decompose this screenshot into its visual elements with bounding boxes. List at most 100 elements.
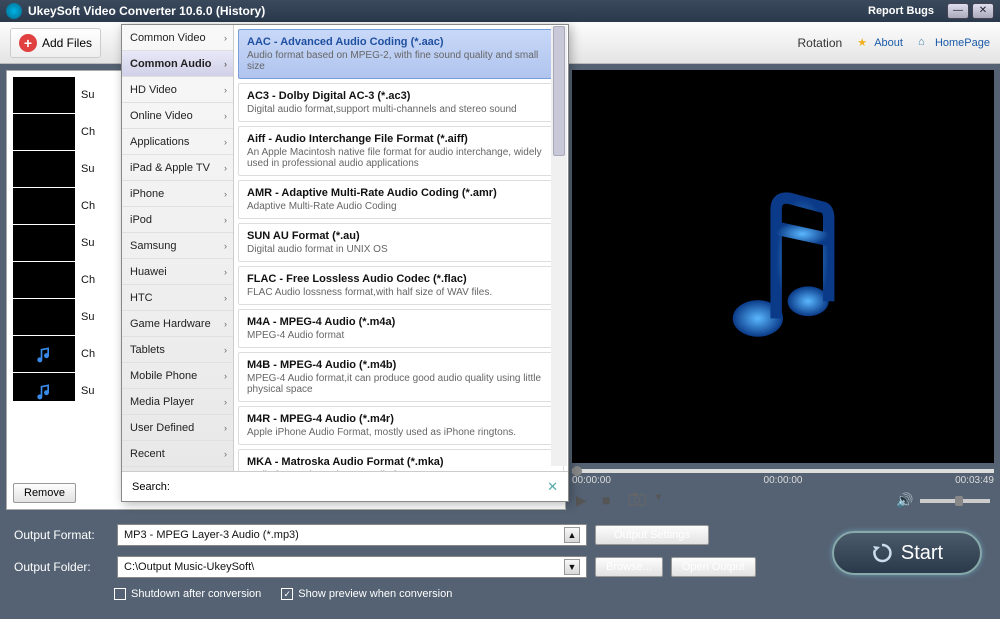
add-files-button[interactable]: + Add Files bbox=[10, 28, 101, 58]
title-bar: UkeySoft Video Converter 10.6.0 (History… bbox=[0, 0, 1000, 22]
rotation-label: Rotation bbox=[798, 36, 843, 50]
remove-button[interactable]: Remove bbox=[13, 483, 76, 503]
file-label: Su bbox=[81, 89, 94, 101]
stop-button[interactable]: ■ bbox=[602, 492, 620, 510]
format-title: AC3 - Dolby Digital AC-3 (*.ac3) bbox=[247, 90, 555, 102]
volume-slider[interactable] bbox=[920, 499, 990, 503]
refresh-icon bbox=[871, 542, 893, 564]
category-item[interactable]: Game Hardware› bbox=[122, 311, 233, 337]
thumbnail bbox=[13, 151, 75, 187]
format-title: M4B - MPEG-4 Audio (*.m4b) bbox=[247, 359, 555, 371]
format-item[interactable]: M4R - MPEG-4 Audio (*.m4r)Apple iPhone A… bbox=[238, 406, 564, 445]
file-label: Ch bbox=[81, 274, 95, 286]
category-item[interactable]: HD Video› bbox=[122, 77, 233, 103]
file-label: Ch bbox=[81, 126, 95, 138]
scrollbar-thumb[interactable] bbox=[553, 26, 565, 156]
chevron-right-icon: › bbox=[224, 371, 227, 381]
category-item[interactable]: iPad & Apple TV› bbox=[122, 155, 233, 181]
chevron-right-icon: › bbox=[224, 59, 227, 69]
dropdown-arrow-icon[interactable]: ▲ bbox=[564, 527, 580, 543]
thumbnail bbox=[13, 225, 75, 261]
checkbox-icon bbox=[114, 588, 126, 600]
thumbnail bbox=[13, 262, 75, 298]
category-item[interactable]: Media Player› bbox=[122, 389, 233, 415]
chevron-right-icon: › bbox=[224, 163, 227, 173]
time-current: 00:00:00 bbox=[764, 475, 803, 486]
category-item[interactable]: Recent› bbox=[122, 441, 233, 467]
category-item[interactable]: Mobile Phone› bbox=[122, 363, 233, 389]
category-item[interactable]: Applications› bbox=[122, 129, 233, 155]
thumbnail bbox=[13, 299, 75, 335]
homepage-link[interactable]: ⌂ HomePage bbox=[918, 36, 990, 50]
report-bugs-link[interactable]: Report Bugs bbox=[868, 5, 934, 17]
format-title: MKA - Matroska Audio Format (*.mka) bbox=[247, 456, 555, 468]
format-popup: Common Video›Common Audio›HD Video›Onlin… bbox=[121, 24, 569, 502]
app-title: UkeySoft Video Converter 10.6.0 (History… bbox=[28, 4, 868, 18]
format-item[interactable]: SUN AU Format (*.au)Digital audio format… bbox=[238, 223, 564, 262]
format-desc: Apple iPhone Audio Format, mostly used a… bbox=[247, 427, 555, 438]
chevron-right-icon: › bbox=[224, 293, 227, 303]
play-button[interactable]: ▶ bbox=[576, 492, 594, 510]
category-item[interactable]: Common Audio› bbox=[122, 51, 233, 77]
start-button[interactable]: Start bbox=[832, 531, 982, 575]
chevron-right-icon: › bbox=[224, 33, 227, 43]
chevron-right-icon: › bbox=[224, 345, 227, 355]
folder-dropdown-arrow-icon[interactable]: ▼ bbox=[564, 559, 580, 575]
format-desc: An Apple Macintosh native file format fo… bbox=[247, 147, 555, 169]
open-output-button[interactable]: Open Output bbox=[671, 557, 756, 577]
format-desc: MPEG-4 Audio format bbox=[247, 330, 555, 341]
thumbnail bbox=[13, 114, 75, 150]
format-item[interactable]: AAC - Advanced Audio Coding (*.aac)Audio… bbox=[238, 29, 564, 79]
time-end: 00:03:49 bbox=[955, 475, 994, 486]
plus-icon: + bbox=[19, 34, 37, 52]
category-item[interactable]: User Defined› bbox=[122, 415, 233, 441]
output-settings-button[interactable]: Output Settings bbox=[595, 525, 709, 545]
volume-icon[interactable]: 🔊 bbox=[896, 492, 914, 510]
format-item[interactable]: M4A - MPEG-4 Audio (*.m4a)MPEG-4 Audio f… bbox=[238, 309, 564, 348]
thumbnail bbox=[13, 77, 75, 113]
output-format-combo[interactable]: MP3 - MPEG Layer-3 Audio (*.mp3) ▲ bbox=[117, 524, 587, 546]
category-item[interactable]: Online Video› bbox=[122, 103, 233, 129]
close-button[interactable]: ✕ bbox=[972, 3, 994, 19]
category-item[interactable]: Tablets› bbox=[122, 337, 233, 363]
format-title: SUN AU Format (*.au) bbox=[247, 230, 555, 242]
search-input[interactable] bbox=[176, 481, 541, 493]
thumbnail bbox=[13, 373, 75, 401]
preview-checkbox[interactable]: ✓ Show preview when conversion bbox=[281, 588, 452, 600]
snapshot-button[interactable] bbox=[628, 492, 646, 510]
format-item[interactable]: FLAC - Free Lossless Audio Codec (*.flac… bbox=[238, 266, 564, 305]
output-folder-combo[interactable]: C:\Output Music-UkeySoft\ ▼ bbox=[117, 556, 587, 578]
format-item[interactable]: AC3 - Dolby Digital AC-3 (*.ac3)Digital … bbox=[238, 83, 564, 122]
format-item[interactable]: MKA - Matroska Audio Format (*.mka)Audio… bbox=[238, 449, 564, 471]
snapshot-dropdown[interactable]: ▼ bbox=[654, 492, 672, 510]
shutdown-checkbox[interactable]: Shutdown after conversion bbox=[114, 588, 261, 600]
category-item[interactable]: Huawei› bbox=[122, 259, 233, 285]
timeline-slider[interactable] bbox=[572, 469, 994, 473]
about-link[interactable]: ★ About bbox=[857, 36, 903, 50]
category-item[interactable]: HTC› bbox=[122, 285, 233, 311]
format-item[interactable]: M4B - MPEG-4 Audio (*.m4b)MPEG-4 Audio f… bbox=[238, 352, 564, 402]
output-format-value: MP3 - MPEG Layer-3 Audio (*.mp3) bbox=[124, 529, 299, 541]
format-list: AAC - Advanced Audio Coding (*.aac)Audio… bbox=[234, 25, 568, 471]
thumbnail bbox=[13, 336, 75, 372]
time-start: 00:00:00 bbox=[572, 475, 611, 486]
music-note-icon bbox=[723, 187, 843, 347]
output-folder-value: C:\Output Music-UkeySoft\ bbox=[124, 561, 254, 573]
category-item[interactable]: Common Video› bbox=[122, 25, 233, 51]
format-item[interactable]: AMR - Adaptive Multi-Rate Audio Coding (… bbox=[238, 180, 564, 219]
format-item[interactable]: Aiff - Audio Interchange File Format (*.… bbox=[238, 126, 564, 176]
browse-button[interactable]: Browse... bbox=[595, 557, 663, 577]
category-list: Common Video›Common Audio›HD Video›Onlin… bbox=[122, 25, 234, 471]
format-desc: Adaptive Multi-Rate Audio Coding bbox=[247, 201, 555, 212]
category-item[interactable]: Samsung› bbox=[122, 233, 233, 259]
clear-search-icon[interactable]: ✕ bbox=[547, 479, 558, 495]
search-label: Search: bbox=[132, 481, 170, 493]
scrollbar[interactable] bbox=[551, 26, 567, 466]
file-label: Su bbox=[81, 163, 94, 175]
chevron-right-icon: › bbox=[224, 111, 227, 121]
format-title: AAC - Advanced Audio Coding (*.aac) bbox=[247, 36, 555, 48]
minimize-button[interactable]: — bbox=[947, 3, 969, 19]
category-item[interactable]: iPhone› bbox=[122, 181, 233, 207]
category-item[interactable]: iPod› bbox=[122, 207, 233, 233]
chevron-right-icon: › bbox=[224, 397, 227, 407]
